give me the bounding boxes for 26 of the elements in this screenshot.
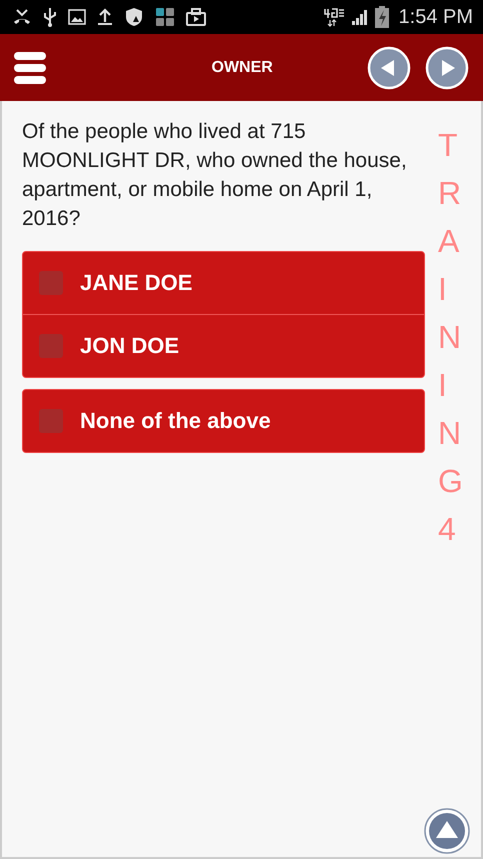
option-row[interactable]: JON DOE — [23, 314, 424, 377]
header-title: OWNER — [212, 58, 272, 76]
option-label: JANE DOE — [80, 270, 192, 296]
upload-icon — [97, 8, 113, 26]
briefcase-icon — [186, 8, 206, 26]
missed-call-icon — [12, 8, 32, 26]
option-row[interactable]: JANE DOE — [23, 252, 424, 314]
usb-icon — [43, 7, 57, 27]
question-text: Of the people who lived at 715 MOONLIGHT DR, who owned the house, apartment, or mobile home on April 1, 2016? — [22, 119, 408, 232]
option-row[interactable]: None of the above — [23, 390, 424, 452]
checkbox[interactable] — [39, 409, 63, 433]
signal-icon — [350, 8, 369, 26]
option-label: None of the above — [80, 408, 271, 434]
network-icon — [322, 7, 345, 27]
apps-icon — [155, 7, 175, 27]
image-icon — [68, 9, 86, 25]
battery-charging-icon — [374, 6, 389, 28]
next-button[interactable] — [425, 46, 469, 90]
status-time: 1:54 PM — [398, 6, 473, 28]
option-label: JON DOE — [80, 333, 180, 359]
previous-button[interactable] — [367, 46, 411, 90]
checkbox[interactable] — [39, 271, 63, 295]
checkbox[interactable] — [39, 334, 63, 358]
scroll-top-button[interactable] — [423, 807, 471, 855]
menu-icon[interactable] — [14, 52, 46, 84]
shield-icon — [124, 7, 144, 27]
